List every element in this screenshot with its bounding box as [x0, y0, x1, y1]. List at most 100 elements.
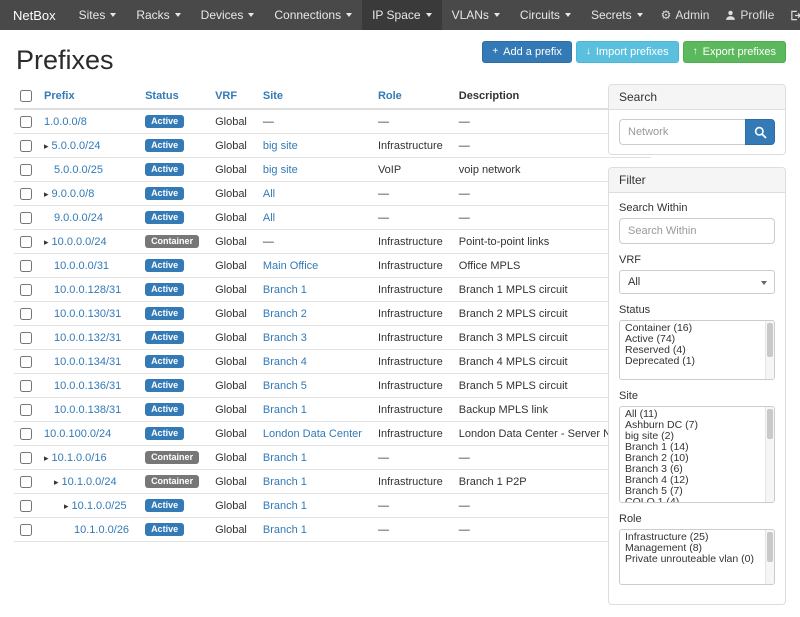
site-link[interactable]: Branch 1 [263, 404, 307, 416]
listbox-option[interactable]: Infrastructure (25) [620, 532, 764, 543]
row-checkbox[interactable] [20, 404, 32, 416]
nav-devices[interactable]: Devices [191, 0, 265, 30]
prefix-link[interactable]: 5.0.0.0/25 [54, 164, 103, 176]
row-checkbox[interactable] [20, 140, 32, 152]
scrollbar-thumb[interactable] [767, 323, 773, 357]
listbox-option[interactable]: COLO 1 (4) [620, 497, 764, 503]
row-checkbox[interactable] [20, 356, 32, 368]
sort-site-link[interactable]: Site [263, 90, 283, 102]
nav-sites[interactable]: Sites [69, 0, 127, 30]
row-checkbox[interactable] [20, 284, 32, 296]
nav-admin[interactable]: ⚙ Admin [653, 0, 718, 30]
select-all-checkbox[interactable] [20, 90, 32, 102]
site-link[interactable]: Branch 3 [263, 332, 307, 344]
vrf-cell: Global [207, 374, 255, 398]
row-checkbox[interactable] [20, 332, 32, 344]
vrf-select[interactable]: All [619, 270, 775, 294]
site-link[interactable]: Branch 1 [263, 500, 307, 512]
prefix-link[interactable]: 10.0.100.0/24 [44, 428, 111, 440]
site-link[interactable]: Branch 2 [263, 308, 307, 320]
site-link[interactable]: Branch 1 [263, 452, 307, 464]
table-row: 10.0.0.136/31 Active Global Branch 5 Inf… [14, 374, 651, 398]
status-badge: Active [145, 211, 184, 224]
row-checkbox[interactable] [20, 452, 32, 464]
nav-racks[interactable]: Racks [126, 0, 190, 30]
row-checkbox[interactable] [20, 428, 32, 440]
prefix-link[interactable]: 10.1.0.0/16 [52, 452, 107, 464]
prefix-link[interactable]: 9.0.0.0/24 [54, 212, 103, 224]
prefix-link[interactable]: 10.1.0.0/24 [62, 476, 117, 488]
nav-ip-space[interactable]: IP Space [362, 0, 441, 30]
sort-vrf-link[interactable]: VRF [215, 90, 237, 102]
sort-status-link[interactable]: Status [145, 90, 179, 102]
site-listbox[interactable]: All (11)Ashburn DC (7)big site (2)Branch… [619, 406, 775, 503]
import-prefixes-button[interactable]: ↓Import prefixes [576, 41, 679, 63]
role-listbox[interactable]: Infrastructure (25)Management (8)Private… [619, 529, 775, 585]
prefix-link[interactable]: 10.0.0.132/31 [54, 332, 121, 344]
status-listbox[interactable]: Container (16)Active (74)Reserved (4)Dep… [619, 320, 775, 380]
vrf-cell: Global [207, 302, 255, 326]
vrf-cell: Global [207, 134, 255, 158]
vrf-cell: Global [207, 350, 255, 374]
prefix-link[interactable]: 5.0.0.0/24 [52, 140, 101, 152]
vrf-cell: Global [207, 230, 255, 254]
brand-link[interactable]: NetBox [0, 0, 69, 30]
prefix-link[interactable]: 10.0.0.138/31 [54, 404, 121, 416]
site-link[interactable]: All [263, 212, 275, 224]
chevron-down-icon [346, 13, 352, 17]
prefix-link[interactable]: 10.0.0.0/31 [54, 260, 109, 272]
row-checkbox[interactable] [20, 188, 32, 200]
nav-connections[interactable]: Connections [264, 0, 362, 30]
listbox-option[interactable]: Deprecated (1) [620, 356, 764, 367]
sort-role-link[interactable]: Role [378, 90, 402, 102]
nav-circuits[interactable]: Circuits [510, 0, 581, 30]
row-checkbox[interactable] [20, 164, 32, 176]
site-cell: Branch 1 [255, 446, 370, 470]
search-button[interactable] [745, 119, 775, 145]
scrollbar-thumb[interactable] [767, 532, 773, 562]
nav-profile[interactable]: Profile [717, 0, 782, 30]
site-link[interactable]: All [263, 188, 275, 200]
listbox-option[interactable]: Private unrouteable vlan (0) [620, 554, 764, 565]
row-checkbox[interactable] [20, 236, 32, 248]
row-checkbox[interactable] [20, 524, 32, 536]
search-within-input[interactable] [619, 218, 775, 244]
site-link[interactable]: London Data Center [263, 428, 362, 440]
tree-indent [44, 220, 54, 221]
table-row: ▸10.1.0.0/16 Container Global Branch 1 —… [14, 446, 651, 470]
prefix-link[interactable]: 1.0.0.0/8 [44, 116, 87, 128]
site-link[interactable]: Branch 5 [263, 380, 307, 392]
prefix-link[interactable]: 10.0.0.128/31 [54, 284, 121, 296]
search-input[interactable] [619, 119, 745, 145]
nav-secrets[interactable]: Secrets [581, 0, 653, 30]
row-checkbox[interactable] [20, 116, 32, 128]
listbox-option[interactable]: Management (8) [620, 543, 764, 554]
prefix-link[interactable]: 10.0.0.134/31 [54, 356, 121, 368]
row-checkbox[interactable] [20, 476, 32, 488]
row-checkbox[interactable] [20, 308, 32, 320]
nav-vlans[interactable]: VLANs [442, 0, 510, 30]
nav-logout[interactable]: Log out [782, 0, 800, 30]
row-checkbox[interactable] [20, 500, 32, 512]
site-link[interactable]: Branch 1 [263, 476, 307, 488]
prefix-link[interactable]: 10.0.0.130/31 [54, 308, 121, 320]
prefix-link[interactable]: 10.0.0.136/31 [54, 380, 121, 392]
site-link[interactable]: Branch 4 [263, 356, 307, 368]
sort-prefix-link[interactable]: Prefix [44, 90, 75, 102]
site-link[interactable]: Branch 1 [263, 284, 307, 296]
scrollbar-thumb[interactable] [767, 409, 773, 439]
site-link[interactable]: Branch 1 [263, 524, 307, 536]
row-checkbox[interactable] [20, 380, 32, 392]
row-checkbox[interactable] [20, 260, 32, 272]
row-checkbox[interactable] [20, 212, 32, 224]
prefix-link[interactable]: 10.0.0.0/24 [52, 236, 107, 248]
prefix-cell: ▸10.1.0.0/24 [36, 470, 137, 494]
prefix-link[interactable]: 9.0.0.0/8 [52, 188, 95, 200]
prefix-link[interactable]: 10.1.0.0/26 [74, 524, 129, 536]
site-link[interactable]: big site [263, 164, 298, 176]
site-link[interactable]: Main Office [263, 260, 318, 272]
export-prefixes-button[interactable]: ↑Export prefixes [683, 41, 786, 63]
site-link[interactable]: big site [263, 140, 298, 152]
prefix-link[interactable]: 10.1.0.0/25 [72, 500, 127, 512]
add-prefix-button[interactable]: +Add a prefix [482, 41, 572, 63]
